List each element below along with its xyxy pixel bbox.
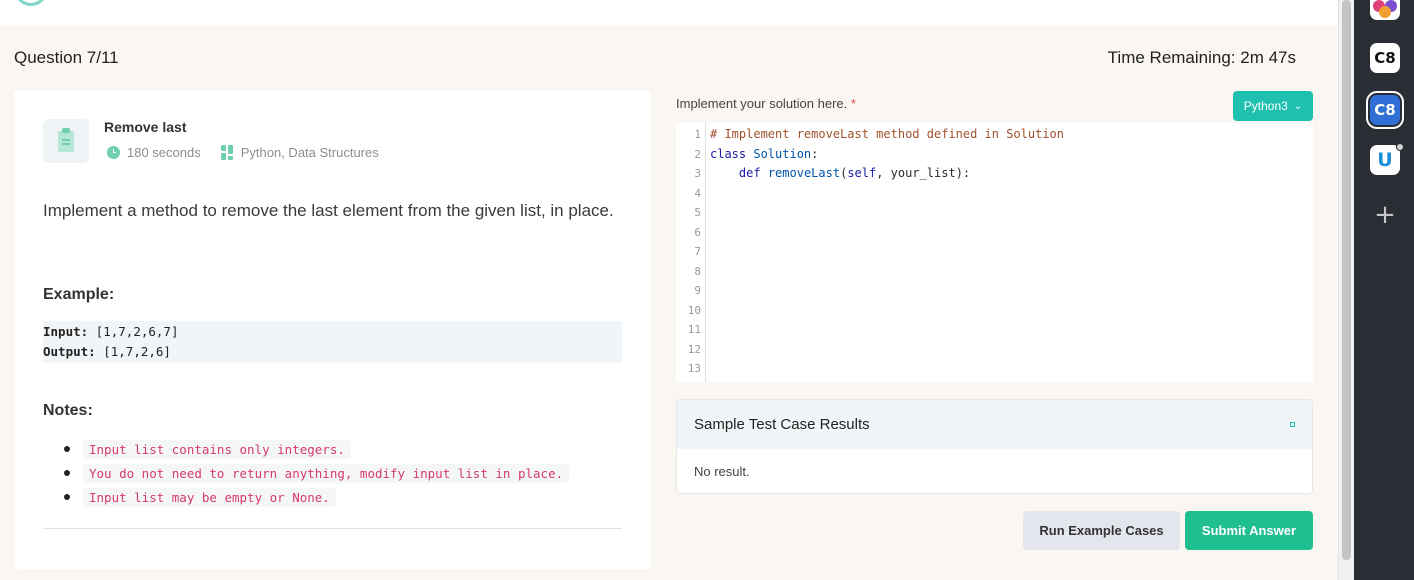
required-marker: *: [850, 96, 856, 111]
note-text: You do not need to return anything, modi…: [83, 463, 570, 483]
run-example-cases-button[interactable]: Run Example Cases: [1023, 511, 1180, 550]
u-extension-icon[interactable]: U: [1370, 143, 1404, 175]
example-heading: Example:: [43, 286, 115, 303]
note-text: Input list may be empty or None.: [83, 487, 336, 507]
example-input-value: [1,7,2,6,7]: [95, 324, 179, 339]
results-title: Sample Test Case Results: [694, 416, 870, 433]
code-content[interactable]: # Implement removeLast method defined in…: [710, 125, 1064, 184]
results-header[interactable]: Sample Test Case Results: [677, 400, 1312, 449]
code-line[interactable]: class Solution:: [710, 145, 1064, 165]
notification-dot-icon: [1396, 143, 1404, 151]
chevron-down-icon: ⌄: [1293, 100, 1303, 112]
code-params: , your_list):: [876, 166, 971, 180]
code-function-name: removeLast: [767, 166, 841, 180]
line-number: 11: [687, 323, 701, 336]
collapse-icon[interactable]: [1290, 422, 1295, 427]
code-editor[interactable]: 1 2 3 4 5 6 7 8 9 10 11 12 13 # Implemen…: [676, 123, 1313, 382]
sample-results-panel: Sample Test Case Results No result.: [676, 399, 1313, 494]
question-title: Remove last: [104, 119, 187, 135]
clipboard-icon: [43, 119, 89, 163]
notes-list: Input list contains only integers. You d…: [64, 437, 570, 509]
code-self: self: [847, 166, 877, 180]
question-duration: 180 seconds: [127, 145, 201, 160]
code-comment: # Implement removeLast method defined in…: [710, 127, 1065, 141]
u-extension-letter: U: [1377, 149, 1393, 171]
tags-icon: [220, 145, 234, 160]
code-punct: :: [811, 146, 819, 161]
code-keyword: def: [738, 166, 761, 180]
submit-answer-button[interactable]: Submit Answer: [1185, 511, 1313, 550]
time-remaining: Time Remaining: 2m 47s: [1107, 48, 1296, 67]
question-counter: Question 7/11: [14, 48, 119, 67]
question-card: Remove last 180 seconds Python, Data Str…: [14, 91, 651, 569]
scrollbar-thumb[interactable]: [1342, 0, 1351, 560]
note-item: Input list contains only integers.: [64, 437, 569, 461]
code-class-name: Solution: [753, 146, 812, 161]
example-output-value: [1,7,2,6]: [103, 344, 171, 359]
c8-active-extension-icon[interactable]: C8: [1366, 91, 1404, 129]
note-item: Input list may be empty or None.: [64, 485, 569, 509]
clock-icon: [107, 146, 120, 159]
results-body: No result.: [694, 464, 750, 479]
add-extension-icon[interactable]: +: [1370, 200, 1400, 230]
flower-extension-icon[interactable]: [1370, 0, 1400, 20]
extensions-sidebar: C8 C8 U +: [1354, 0, 1414, 580]
c8-extension-icon[interactable]: C8: [1370, 43, 1400, 73]
top-bar: [0, 0, 1338, 26]
example-output-label: Output:: [43, 344, 96, 359]
line-number: 12: [687, 342, 701, 356]
line-number: 8: [694, 264, 701, 278]
line-number: 2: [694, 147, 701, 161]
page-scrollbar[interactable]: [1338, 0, 1354, 580]
question-meta: 180 seconds Python, Data Structures: [107, 145, 379, 160]
note-text: Input list contains only integers.: [83, 439, 351, 459]
example-code-block: Input: [1,7,2,6,7] Output: [1,7,2,6]: [43, 321, 622, 363]
code-line[interactable]: def removeLast(self, your_list):: [710, 164, 1064, 184]
code-keyword: class: [710, 146, 747, 161]
editor-label: Implement your solution here. *: [676, 96, 856, 111]
question-description: Implement a method to remove the last el…: [43, 201, 614, 220]
line-number: 4: [694, 186, 701, 200]
code-line[interactable]: # Implement removeLast method defined in…: [710, 125, 1064, 145]
editor-label-text: Implement your solution here.: [676, 96, 848, 111]
line-number: 10: [687, 303, 701, 317]
note-item: You do not need to return anything, modi…: [64, 461, 570, 485]
example-input-label: Input:: [43, 324, 89, 339]
line-number-gutter: 1 2 3 4 5 6 7 8 9 10 11 12 13: [676, 123, 706, 382]
question-tags: Python, Data Structures: [240, 145, 379, 160]
line-number: 1: [694, 128, 701, 141]
line-number: 7: [694, 245, 701, 258]
notes-heading: Notes:: [43, 402, 93, 419]
line-number: 5: [694, 206, 701, 219]
line-number: 3: [694, 167, 701, 180]
card-divider: [43, 528, 622, 529]
logo-icon: [14, 0, 48, 6]
language-value: Python3: [1243, 99, 1288, 113]
language-select[interactable]: Python3 ⌄: [1233, 91, 1313, 121]
line-number: 6: [694, 225, 701, 239]
line-number: 9: [694, 284, 701, 297]
line-number: 13: [687, 362, 701, 375]
